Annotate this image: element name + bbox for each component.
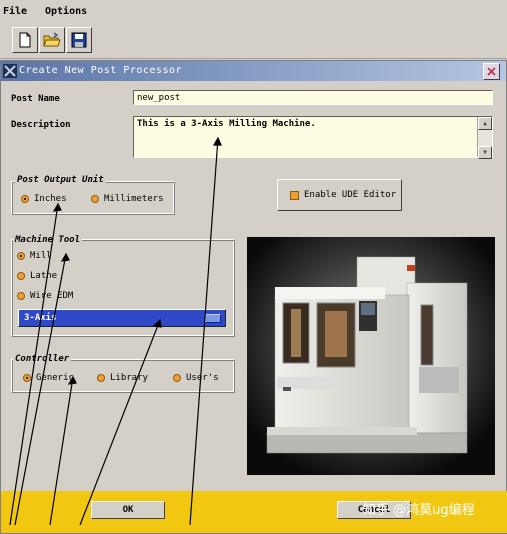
dropdown-icon[interactable] <box>205 314 221 323</box>
open-folder-icon <box>43 32 61 47</box>
radio-lathe-label: Lathe <box>30 271 58 281</box>
menu-options[interactable]: Options <box>45 6 87 17</box>
toolbar <box>0 24 507 59</box>
enable-ude-editor-label: Enable UDE Editor <box>304 190 397 200</box>
radio-dot-icon <box>17 292 25 300</box>
close-button[interactable] <box>483 63 500 80</box>
description-label: Description <box>11 120 71 130</box>
radio-mill-label: Mill <box>30 251 52 261</box>
machine-preview-image <box>247 237 495 475</box>
output-unit-title: Post Output Unit <box>15 175 106 185</box>
radio-dot-icon <box>23 374 31 382</box>
radio-users[interactable]: User's <box>173 373 219 383</box>
machine-tool-title: Machine Tool <box>13 235 83 245</box>
close-icon <box>487 67 496 76</box>
axis-select-value: 3-Axis <box>24 313 57 323</box>
scroll-down-button[interactable]: ▼ <box>478 146 492 159</box>
app-icon <box>3 64 17 78</box>
save-icon <box>71 32 87 48</box>
radio-dot-icon <box>97 374 105 382</box>
radio-millimeters-label: Millimeters <box>104 194 164 204</box>
scroll-down-icon: ▼ <box>483 149 487 156</box>
post-name-input[interactable]: new_post <box>133 90 493 105</box>
description-scrollbar[interactable]: ▲ ▼ <box>477 117 492 159</box>
checkbox-icon <box>290 190 299 200</box>
radio-dot-icon <box>91 195 99 203</box>
dialog-title: Create New Post Processor <box>19 65 183 76</box>
radio-generic-label: Generic <box>36 373 74 383</box>
scroll-up-button[interactable]: ▲ <box>478 117 492 130</box>
scroll-up-icon: ▲ <box>483 120 487 127</box>
new-file-button[interactable] <box>12 27 38 53</box>
watermark-text: 知乎 @鸿莫ug编程 <box>363 503 475 518</box>
radio-library-label: Library <box>110 373 148 383</box>
ok-button[interactable]: OK <box>91 501 165 519</box>
radio-lathe[interactable]: Lathe <box>17 271 57 281</box>
new-file-icon <box>19 32 31 48</box>
post-name-label: Post Name <box>11 94 60 104</box>
menu-file[interactable]: File <box>3 6 27 17</box>
description-textarea[interactable]: This is a 3-Axis Milling Machine. <box>133 116 493 158</box>
radio-inches-label: Inches <box>34 194 67 204</box>
dialog-titlebar[interactable]: Create New Post Processor <box>1 61 506 81</box>
radio-generic[interactable]: Generic <box>23 373 74 383</box>
controller-title: Controller <box>13 354 72 364</box>
radio-dot-icon <box>21 195 29 203</box>
radio-dot-icon <box>17 272 25 280</box>
milling-machine-illustration <box>247 237 495 475</box>
radio-library[interactable]: Library <box>97 373 148 383</box>
radio-millimeters[interactable]: Millimeters <box>91 194 164 204</box>
menubar: File Options <box>0 0 507 24</box>
create-post-dialog: Create New Post Processor Post Name new_… <box>0 60 507 534</box>
radio-users-label: User's <box>186 373 219 383</box>
save-button[interactable] <box>66 27 92 53</box>
radio-dot-icon <box>173 374 181 382</box>
radio-mill[interactable]: Mill <box>17 251 52 261</box>
open-button[interactable] <box>39 27 65 53</box>
radio-dot-icon <box>17 252 25 260</box>
enable-ude-editor[interactable]: Enable UDE Editor <box>277 179 402 211</box>
radio-inches[interactable]: Inches <box>21 194 67 204</box>
radio-wire-edm[interactable]: Wire EDM <box>17 291 73 301</box>
axis-select[interactable]: 3-Axis <box>18 309 226 327</box>
radio-wire-edm-label: Wire EDM <box>30 291 74 301</box>
